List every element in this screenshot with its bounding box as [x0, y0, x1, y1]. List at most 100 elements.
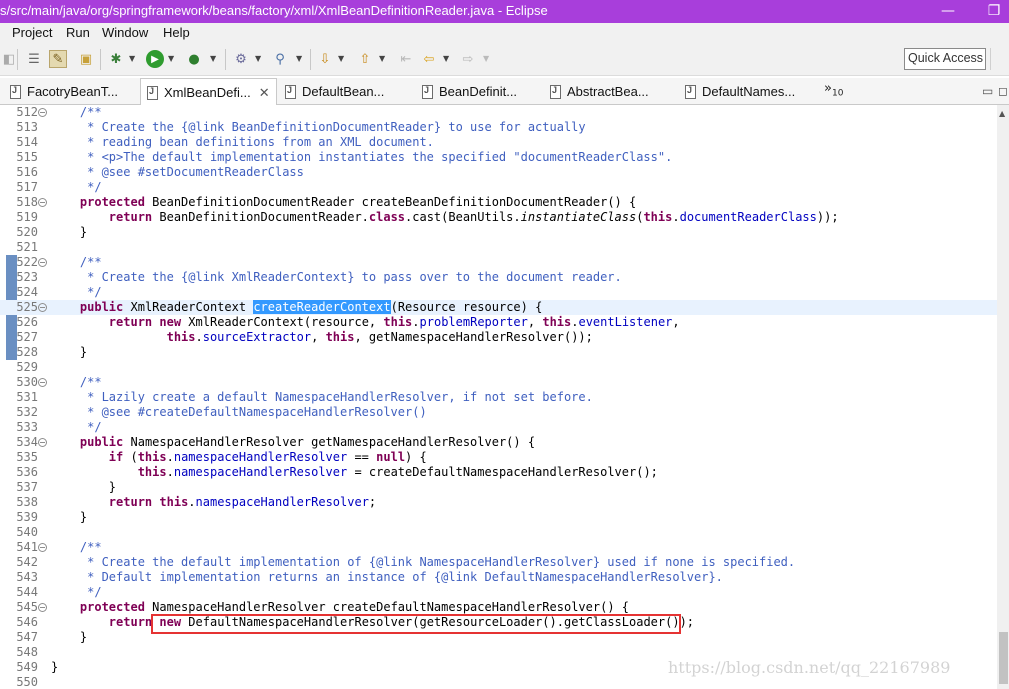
fold-icon[interactable]	[38, 303, 47, 312]
code-line[interactable]: 535 if (this.namespaceHandlerResolver ==…	[0, 450, 997, 465]
run-external-tool-icon[interactable]: ●	[185, 50, 203, 68]
toggle-view-icon[interactable]: ☰	[25, 50, 43, 68]
java-file-icon	[147, 85, 158, 100]
open-type-icon[interactable]: ⚙	[232, 50, 250, 68]
search-icon[interactable]: ⚲	[271, 50, 289, 68]
code-line[interactable]: 539 }	[0, 510, 997, 525]
code-line[interactable]: 542 * Create the default implementation …	[0, 555, 997, 570]
menu-project[interactable]: Project	[12, 25, 52, 40]
scrollbar-thumb[interactable]	[999, 632, 1008, 684]
code-line[interactable]: 545 protected NamespaceHandlerResolver c…	[0, 600, 997, 615]
code-line[interactable]: 518 protected BeanDefinitionDocumentRead…	[0, 195, 997, 210]
new-package-icon[interactable]: ▣	[77, 50, 95, 68]
tab-default-names[interactable]: DefaultNames...	[685, 78, 795, 105]
menu-window[interactable]: Window	[102, 25, 148, 40]
tab-overflow-button[interactable]: »10	[824, 81, 843, 99]
code-line[interactable]: 528 }	[0, 345, 997, 360]
forward-dropdown-icon[interactable]: ▼	[483, 54, 489, 63]
maximize-view-icon[interactable]: ◻	[998, 84, 1008, 98]
code-line[interactable]: 523 * Create the {@link XmlReaderContext…	[0, 270, 997, 285]
code-line[interactable]: 531 * Lazily create a default NamespaceH…	[0, 390, 997, 405]
code-line[interactable]: 527 this.sourceExtractor, this, getNames…	[0, 330, 997, 345]
code-line[interactable]: 550	[0, 675, 997, 689]
code-line[interactable]: 538 return this.namespaceHandlerResolver…	[0, 495, 997, 510]
code-line[interactable]: 532 * @see #createDefaultNamespaceHandle…	[0, 405, 997, 420]
code-line[interactable]: 521	[0, 240, 997, 255]
code-line[interactable]: 536 this.namespaceHandlerResolver = crea…	[0, 465, 997, 480]
code-line[interactable]: 517 */	[0, 180, 997, 195]
code-line[interactable]: 529	[0, 360, 997, 375]
tab-label: AbstractBea...	[567, 84, 649, 99]
fold-icon[interactable]	[38, 198, 47, 207]
code-line[interactable]: 512 /**	[0, 105, 997, 120]
code-line[interactable]: 537 }	[0, 480, 997, 495]
code-text: }	[51, 345, 88, 359]
previous-annotation-dropdown-icon[interactable]: ▼	[379, 54, 385, 63]
code-line[interactable]: 519 return BeanDefinitionDocumentReader.…	[0, 210, 997, 225]
code-line[interactable]: 522 /**	[0, 255, 997, 270]
code-line[interactable]: 544 */	[0, 585, 997, 600]
fold-icon[interactable]	[38, 378, 47, 387]
code-line[interactable]: 514 * reading bean definitions from an X…	[0, 135, 997, 150]
tab-abstract-bea[interactable]: AbstractBea...	[550, 78, 649, 105]
fold-icon[interactable]	[38, 258, 47, 267]
code-editor[interactable]: 512 /** 513 * Create the {@link BeanDefin…	[0, 105, 997, 689]
close-icon[interactable]: ✕	[259, 85, 270, 101]
fold-icon[interactable]	[38, 603, 47, 612]
back-dropdown-icon[interactable]: ▼	[443, 54, 449, 63]
line-number: 526	[16, 315, 38, 329]
code-line[interactable]: 540	[0, 525, 997, 540]
debug-dropdown-icon[interactable]: ▼	[129, 54, 135, 63]
debug-icon[interactable]: ✱	[107, 50, 125, 68]
scroll-up-icon[interactable]: ▲	[999, 109, 1005, 118]
next-annotation-dropdown-icon[interactable]: ▼	[338, 54, 344, 63]
line-number: 513	[16, 120, 38, 134]
menu-help[interactable]: Help	[163, 25, 190, 40]
line-number: 539	[16, 510, 38, 524]
minimize-icon[interactable]: —	[937, 1, 959, 21]
run-icon[interactable]: ▶	[146, 50, 164, 68]
tab-bean-definit[interactable]: BeanDefinit...	[422, 78, 517, 105]
search-dropdown-icon[interactable]: ▼	[296, 54, 302, 63]
previous-annotation-icon[interactable]: ⇧	[356, 50, 374, 68]
code-line[interactable]: 541 /**	[0, 540, 997, 555]
code-line[interactable]: 534 public NamespaceHandlerResolver getN…	[0, 435, 997, 450]
fold-icon[interactable]	[38, 108, 47, 117]
restore-icon[interactable]: ◧	[0, 50, 18, 68]
quick-access-input[interactable]: Quick Access	[904, 48, 986, 70]
forward-icon[interactable]: ⇨	[459, 50, 477, 68]
mark-occurrences-icon[interactable]: ✎	[49, 50, 67, 68]
code-line[interactable]: 520 }	[0, 225, 997, 240]
line-number: 521	[16, 240, 38, 254]
menu-bar: Project Run Window Help	[0, 23, 1009, 43]
code-line[interactable]: 543 * Default implementation returns an …	[0, 570, 997, 585]
run-dropdown-icon[interactable]: ▼	[168, 54, 174, 63]
menu-run[interactable]: Run	[66, 25, 90, 40]
last-edit-icon[interactable]: ⇤	[397, 50, 415, 68]
code-line[interactable]: 513 * Create the {@link BeanDefinitionDo…	[0, 120, 997, 135]
tab-facotry-bean[interactable]: FacotryBeanT...	[10, 78, 118, 105]
code-line[interactable]: 525 public XmlReaderContext createReader…	[0, 300, 997, 315]
restore-icon[interactable]: ❐	[983, 1, 1005, 21]
back-icon[interactable]: ⇦	[420, 50, 438, 68]
tab-default-bean[interactable]: DefaultBean...	[285, 78, 384, 105]
tab-xml-bean-definition-reader[interactable]: XmlBeanDefi... ✕	[140, 78, 277, 106]
next-annotation-icon[interactable]: ⇩	[316, 50, 334, 68]
code-line[interactable]: 524 */	[0, 285, 997, 300]
code-line[interactable]: 530 /**	[0, 375, 997, 390]
fold-icon[interactable]	[38, 438, 47, 447]
line-number: 544	[16, 585, 38, 599]
tab-label: DefaultNames...	[702, 84, 796, 99]
open-type-dropdown-icon[interactable]: ▼	[255, 54, 261, 63]
code-line[interactable]: 516 * @see #setDocumentReaderClass	[0, 165, 997, 180]
minimize-view-icon[interactable]: ▭	[982, 84, 993, 98]
line-number: 543	[16, 570, 38, 584]
vertical-scrollbar[interactable]: ▲	[997, 105, 1009, 689]
code-line[interactable]: 533 */	[0, 420, 997, 435]
code-text: /**	[51, 255, 102, 269]
external-tool-dropdown-icon[interactable]: ▼	[210, 54, 216, 63]
tab-overflow-count: 10	[831, 88, 844, 99]
code-line[interactable]: 526 return new XmlReaderContext(resource…	[0, 315, 997, 330]
fold-icon[interactable]	[38, 543, 47, 552]
code-line[interactable]: 515 * <p>The default implementation inst…	[0, 150, 997, 165]
